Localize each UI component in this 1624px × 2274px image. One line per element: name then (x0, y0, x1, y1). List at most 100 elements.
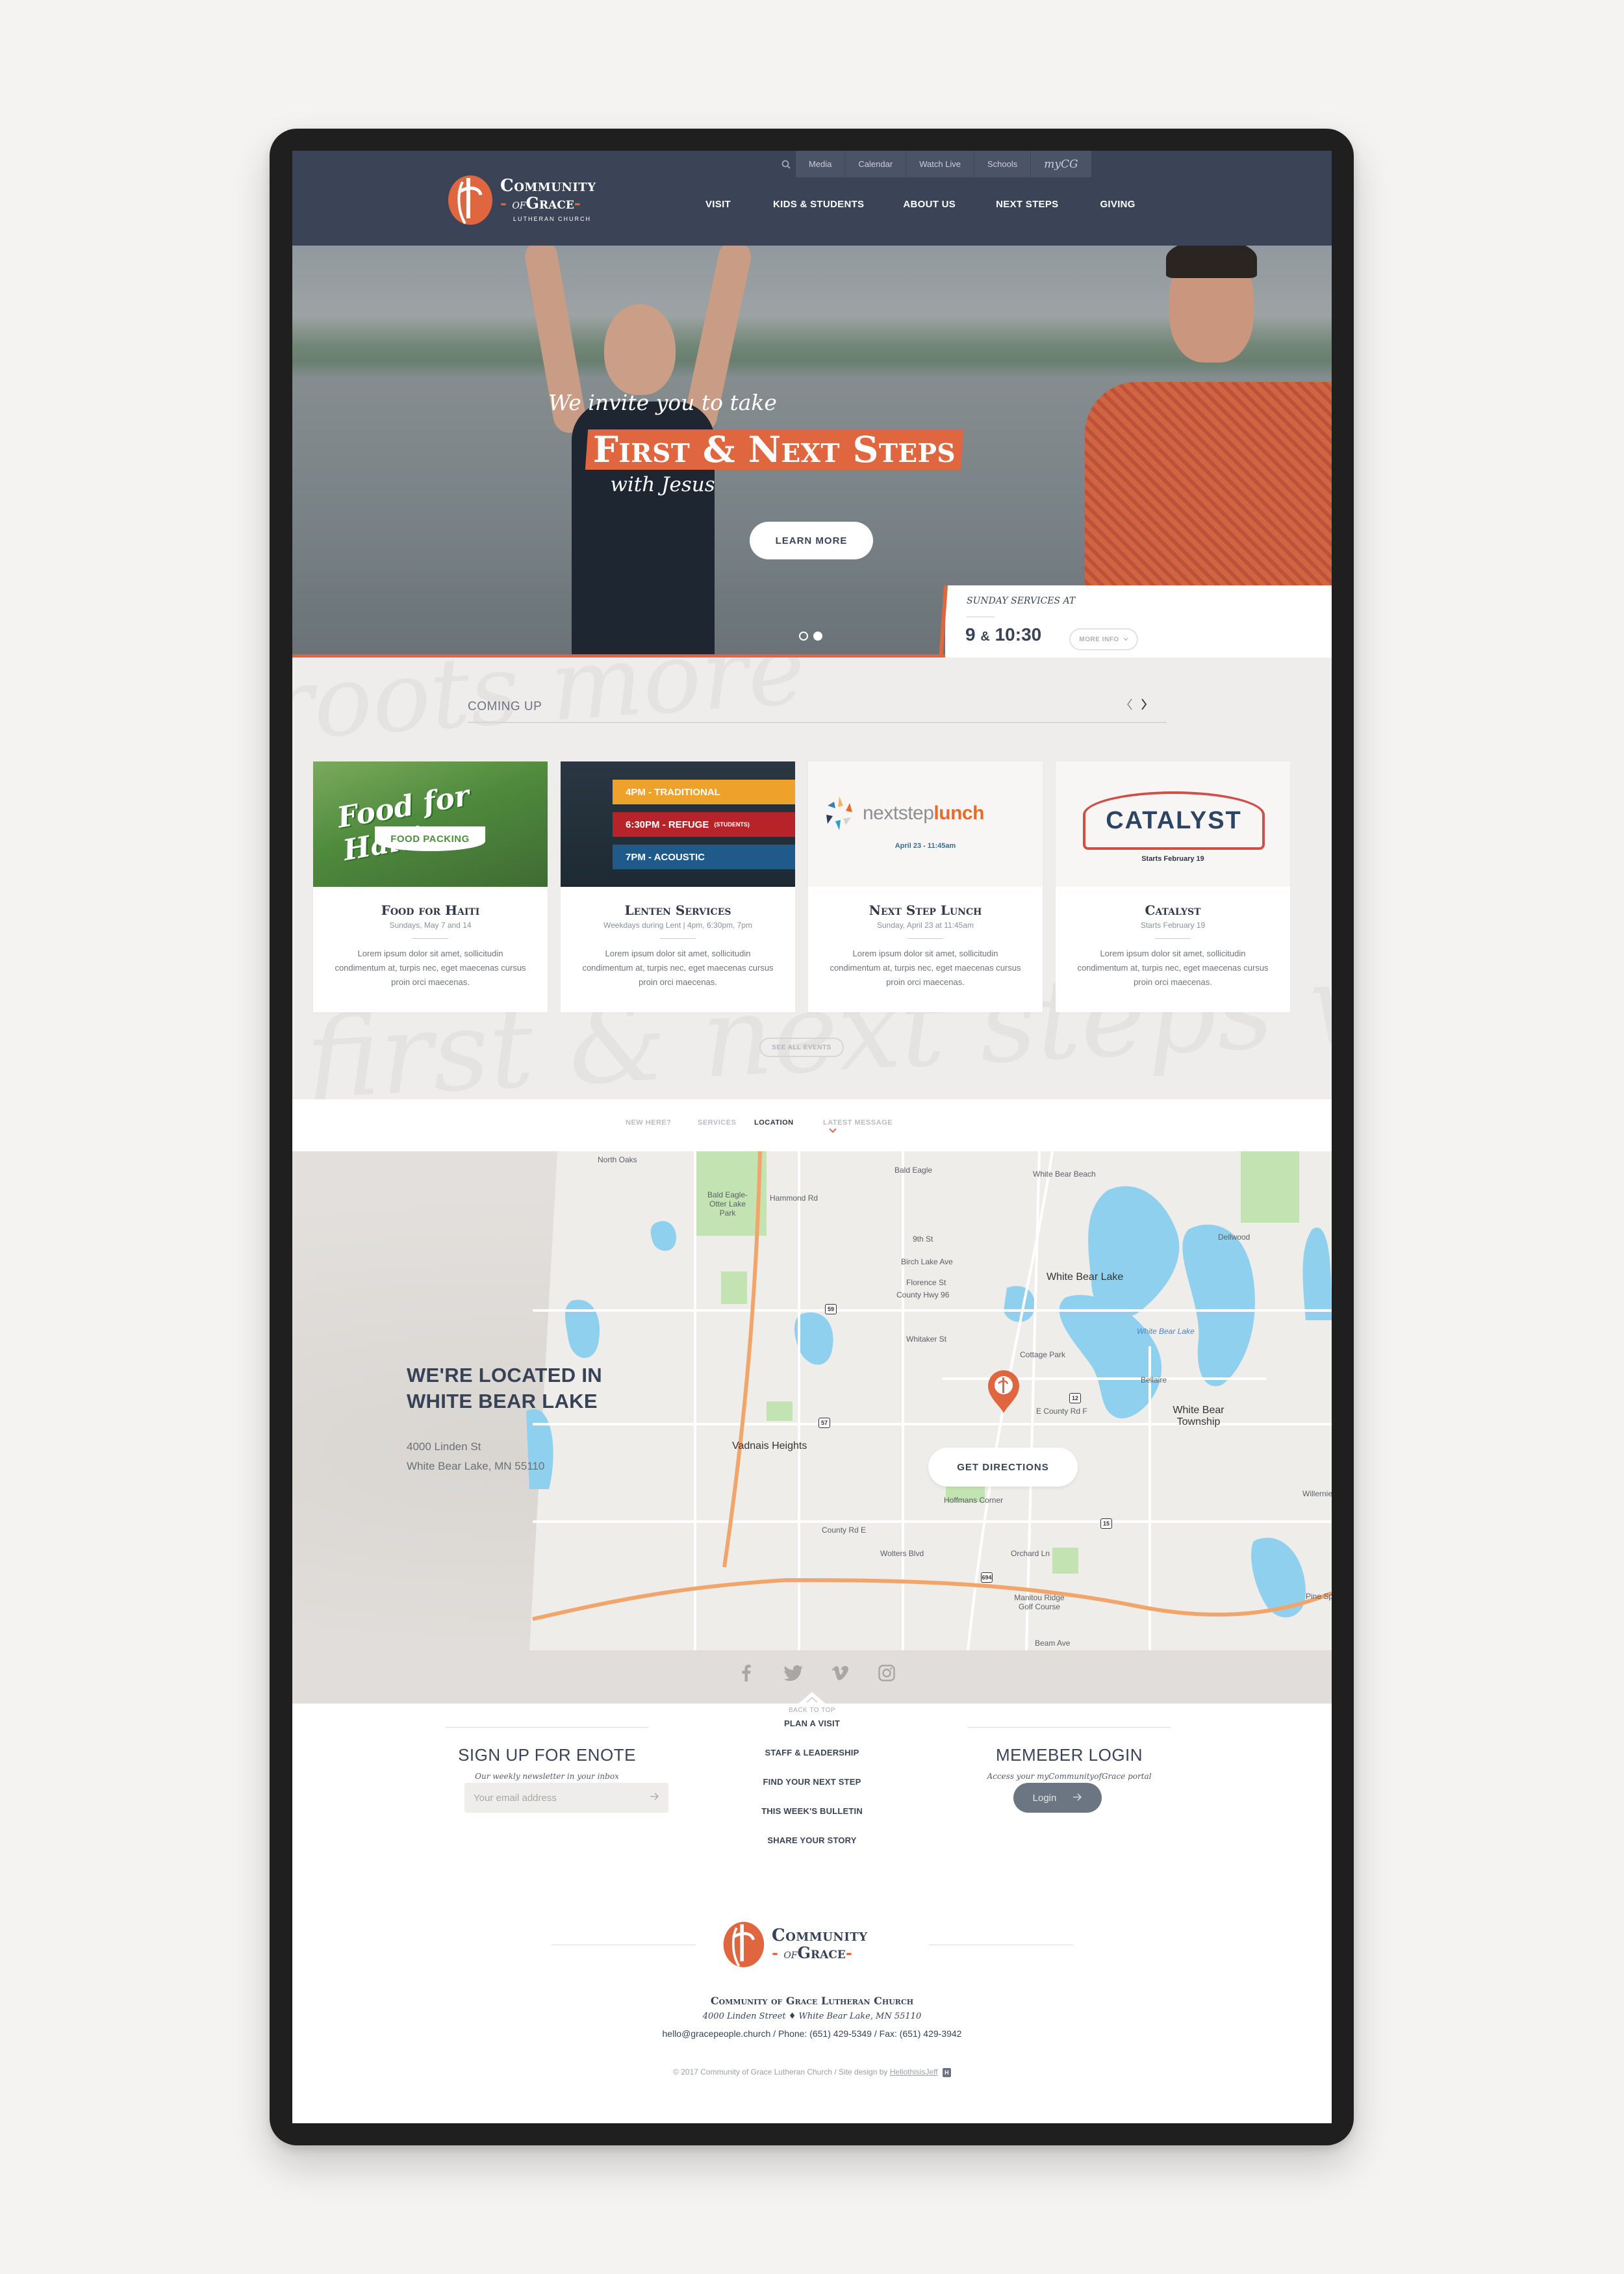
newsletter-title: SIGN UP FOR ENOTE (458, 1745, 636, 1765)
map-street-label: Florence St (906, 1278, 946, 1287)
chevron-down-icon (1123, 636, 1128, 643)
map-place-label: Cottage Park (1020, 1350, 1066, 1359)
logo-cross-icon (721, 1919, 765, 1969)
site-logo[interactable]: Community - ofGrace- LUTHERAN CHURCH (446, 170, 615, 229)
twitter-icon[interactable] (783, 1663, 803, 1683)
main-nav: VISIT KIDS & STUDENTS ABOUT US NEXT STEP… (705, 199, 1174, 210)
footer-link-bulletin[interactable]: THIS WEEK'S BULLETIN (715, 1796, 909, 1826)
sunday-services-box: SUNDAY SERVICES AT 9 & 10:30 MORE INFO (945, 585, 1332, 658)
browser-viewport: Community - ofGrace- LUTHERAN CHURCH Med… (292, 151, 1332, 2123)
member-login-subtitle: Access your myCommunityofGrace portal (987, 1772, 1152, 1781)
event-image: 4PM - TRADITIONAL 6:30PM - REFUGE (STUDEN… (561, 761, 795, 887)
route-shield: 57 (818, 1418, 830, 1428)
slider-dot-1[interactable] (799, 632, 808, 641)
map-street-label: Wolters Blvd (880, 1549, 924, 1558)
chevron-left-icon[interactable] (1126, 698, 1134, 715)
footer-copyright: © 2017 Community of Grace Lutheran Churc… (292, 2067, 1332, 2077)
event-card[interactable]: CATALYST Starts February 19 Catalyst Sta… (1056, 761, 1290, 1012)
map-place-label: Willernie (1302, 1489, 1332, 1498)
footer-link-staff-leadership[interactable]: STAFF & LEADERSHIP (715, 1738, 909, 1767)
route-shield: 59 (825, 1304, 837, 1314)
event-title: Next Step Lunch (869, 902, 982, 918)
map-lake-label: White Bear Lake (1137, 1327, 1195, 1336)
map-place-label: North Oaks (598, 1155, 637, 1164)
arrow-right-icon[interactable] (650, 1792, 659, 1804)
see-all-events-button[interactable]: SEE ALL EVENTS (759, 1038, 844, 1057)
hero-subtitle: with Jesus (610, 473, 715, 496)
get-directions-button[interactable]: GET DIRECTIONS (928, 1448, 1078, 1487)
route-shield: 694 (981, 1572, 993, 1583)
email-input[interactable] (474, 1792, 650, 1804)
nav-visit[interactable]: VISIT (705, 199, 731, 210)
footer-logo[interactable]: Community - ofGrace- (721, 1915, 916, 1973)
coming-up-title: COMING UP (468, 700, 542, 713)
active-tab-caret-icon (829, 1125, 837, 1133)
decorative-script: roots more (292, 658, 809, 763)
utility-link-calendar[interactable]: Calendar (845, 151, 907, 177)
event-description: Lorem ipsum dolor sit amet, sollicitudin… (830, 949, 1021, 987)
facebook-icon[interactable] (737, 1663, 756, 1683)
carousel-arrows (1126, 698, 1148, 715)
logo-cross-icon (446, 173, 494, 226)
logo-line2: Grace (526, 193, 574, 212)
event-image: nextsteplunch April 23 - 11:45am (808, 761, 1043, 887)
map-place-label: White Bear Township (1173, 1405, 1224, 1427)
learn-more-button[interactable]: LEARN MORE (750, 522, 873, 559)
nav-kids-students[interactable]: KIDS & STUDENTS (773, 199, 864, 210)
event-date: Weekdays during Lent | 4pm, 6:30pm, 7pm (603, 921, 753, 930)
site-footer: SIGN UP FOR ENOTE Our weekly newsletter … (292, 1704, 1332, 2123)
vimeo-icon[interactable] (830, 1663, 850, 1683)
tab-new-here[interactable]: NEW HERE? (626, 1119, 672, 1127)
map-place-label: Vadnais Heights (732, 1440, 807, 1451)
map-place-label: Bald Eagle-Otter Lake Park (707, 1190, 748, 1218)
location-heading: WE'RE LOCATED IN WHITE BEAR LAKE (407, 1364, 602, 1412)
location-section: North Oaks Bald Eagle White Bear Beach B… (292, 1151, 1332, 1650)
event-card[interactable]: nextsteplunch April 23 - 11:45am Next St… (808, 761, 1043, 1012)
nav-next-steps[interactable]: NEXT STEPS (996, 199, 1058, 210)
event-card[interactable]: Food for Haiti FOOD PACKING Food for Hai… (313, 761, 548, 1012)
map-place-label: Pine Springs (1306, 1592, 1332, 1601)
chevron-right-icon[interactable] (1140, 698, 1148, 715)
nav-about-us[interactable]: ABOUT US (903, 199, 956, 210)
more-info-button[interactable]: MORE INFO (1069, 628, 1138, 650)
tab-latest-message[interactable]: LATEST MESSAGE (823, 1119, 893, 1127)
map-street-label: County Rd E (822, 1526, 867, 1535)
event-image: Food for Haiti FOOD PACKING (313, 761, 548, 887)
services-time: 9 & 10:30 (965, 624, 1042, 645)
footer-contact: hello@gracepeople.church / Phone: (651) … (662, 2028, 962, 2039)
utility-link-mycg[interactable]: myCG (1031, 151, 1091, 177)
event-description: Lorem ipsum dolor sit amet, sollicitudin… (335, 949, 526, 987)
tab-location[interactable]: LOCATION (754, 1119, 794, 1127)
map-street-label: 9th St (913, 1234, 933, 1244)
slider-dots (799, 632, 822, 641)
utility-link-media[interactable]: Media (796, 151, 846, 177)
slider-dot-2[interactable] (813, 632, 822, 641)
utility-link-watch-live[interactable]: Watch Live (906, 151, 975, 177)
utility-link-schools[interactable]: Schools (974, 151, 1032, 177)
tab-services[interactable]: SERVICES (698, 1119, 736, 1127)
instagram-icon[interactable] (877, 1663, 896, 1683)
event-title: Catalyst (1145, 902, 1201, 918)
login-button[interactable]: Login (1013, 1783, 1102, 1813)
map-street-label: County Hwy 96 (896, 1290, 950, 1299)
services-label: SUNDAY SERVICES AT (967, 596, 1076, 606)
footer-link-share-story[interactable]: SHARE YOUR STORY (715, 1826, 909, 1855)
map-street-label: Hammond Rd (770, 1194, 818, 1203)
hands-logo-icon (821, 794, 857, 833)
back-to-top-button[interactable]: BACK TO TOP (760, 1692, 864, 1714)
footer-link-find-next-step[interactable]: FIND YOUR NEXT STEP (715, 1767, 909, 1796)
designer-link[interactable]: HellothisisJeff (890, 2067, 938, 2076)
event-cards: Food for Haiti FOOD PACKING Food for Hai… (313, 761, 1290, 1012)
info-tabs: NEW HERE? SERVICES LOCATION LATEST MESSA… (292, 1099, 1332, 1151)
map-street-label: Orchard Ln (1011, 1549, 1050, 1558)
map-street-label: E County Rd F (1036, 1407, 1087, 1416)
event-description: Lorem ipsum dolor sit amet, sollicitudin… (582, 949, 774, 987)
nav-giving[interactable]: GIVING (1100, 199, 1135, 210)
map-place-label: Manitou Ridge Golf Course (1014, 1593, 1065, 1611)
map-pin-icon[interactable] (985, 1369, 1022, 1414)
search-icon[interactable] (776, 151, 796, 177)
event-card[interactable]: 4PM - TRADITIONAL 6:30PM - REFUGE (STUDEN… (561, 761, 795, 1012)
logo-line1: Community (500, 175, 596, 196)
chevron-up-icon (797, 1692, 827, 1706)
member-login-title: MEMEBER LOGIN (995, 1745, 1143, 1765)
